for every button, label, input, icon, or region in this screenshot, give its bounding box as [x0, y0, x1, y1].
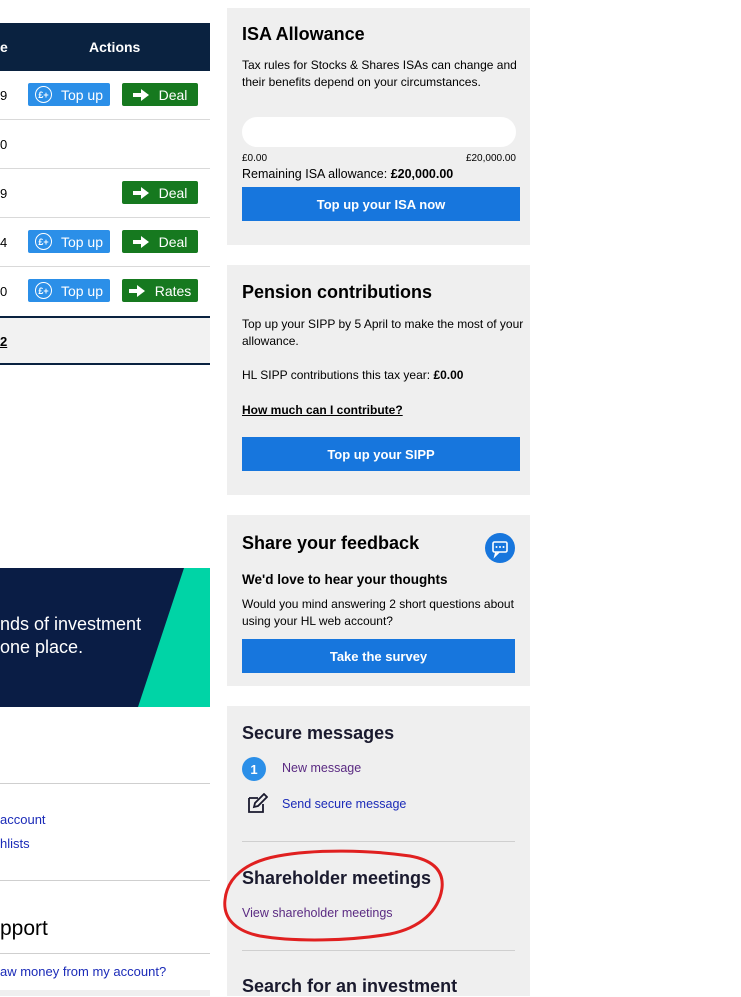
isa-progress-bar — [242, 117, 516, 147]
pound-plus-icon: £+ — [34, 86, 52, 103]
arrow-right-icon — [132, 186, 149, 199]
deal-button[interactable]: Deal — [122, 230, 198, 253]
pension-description: Top up your SIPP by 5 April to make the … — [242, 317, 524, 348]
arrow-right-icon — [128, 284, 145, 297]
column-header-partial: e — [0, 39, 8, 55]
column-header-actions: Actions — [89, 39, 141, 55]
isa-min-label: £0.00 — [242, 153, 268, 164]
arrow-right-icon — [132, 235, 149, 248]
chat-icon[interactable] — [485, 533, 515, 563]
pension-contributions: HL SIPP contributions this tax year: £0.… — [242, 368, 464, 382]
row-value: 0 — [0, 284, 8, 299]
account-link[interactable]: account — [0, 812, 46, 827]
table-row: 9 Deal — [0, 169, 210, 218]
feedback-title: Share your feedback — [242, 533, 420, 553]
divider — [0, 880, 210, 881]
how-much-contribute-link[interactable]: How much can I contribute? — [242, 402, 403, 419]
arrow-right-icon — [132, 88, 149, 101]
table-total-row: 2 — [0, 316, 210, 365]
divider — [242, 841, 515, 842]
feedback-card: Share your feedback We'd love to hear yo… — [227, 515, 530, 686]
isa-max-label: £20,000.00 — [465, 153, 516, 164]
table-row: 9 £+ Top up Deal — [0, 71, 210, 120]
compose-icon — [248, 793, 268, 813]
new-message-link[interactable]: New message — [282, 761, 361, 775]
isa-title: ISA Allowance — [242, 24, 365, 44]
total-value[interactable]: 2 — [0, 334, 7, 349]
send-secure-message-link[interactable]: Send secure message — [282, 797, 406, 811]
isa-description: Tax rules for Stocks & Shares ISAs can c… — [242, 58, 517, 89]
holdings-table-header: e Actions — [0, 23, 210, 71]
red-annotation-circle — [223, 849, 444, 942]
divider — [0, 953, 210, 954]
table-row: 0 — [0, 120, 210, 169]
top-up-sipp-button[interactable]: Top up your SIPP — [242, 437, 520, 471]
divider — [242, 950, 515, 951]
deal-button[interactable]: Deal — [122, 83, 198, 106]
search-investment-title: Search for an investment — [242, 976, 458, 996]
divider — [0, 783, 210, 784]
take-survey-button[interactable]: Take the survey — [242, 639, 515, 673]
top-up-button[interactable]: £+ Top up — [28, 279, 110, 302]
withdraw-money-link[interactable]: aw money from my account? — [0, 964, 166, 979]
top-up-isa-button[interactable]: Top up your ISA now — [242, 187, 520, 221]
message-count-badge: 1 — [242, 757, 266, 781]
isa-remaining: Remaining ISA allowance: £20,000.00 — [242, 167, 454, 181]
pound-plus-icon: £+ — [34, 233, 52, 250]
top-up-button[interactable]: £+ Top up — [28, 230, 110, 253]
row-value: 0 — [0, 137, 8, 152]
table-row: 4 £+ Top up Deal — [0, 218, 210, 267]
top-up-button[interactable]: £+ Top up — [28, 83, 110, 106]
feedback-description: Would you mind answering 2 short questio… — [242, 597, 514, 628]
rates-button[interactable]: Rates — [122, 279, 198, 302]
feedback-subtitle: We'd love to hear your thoughts — [242, 572, 448, 587]
deal-button[interactable]: Deal — [122, 181, 198, 204]
isa-allowance-card: ISA Allowance Tax rules for Stocks & Sha… — [227, 8, 530, 245]
promo-banner[interactable]: nds of investment one place. — [0, 568, 210, 707]
next-section-edge — [0, 990, 210, 996]
row-value: 4 — [0, 235, 8, 250]
row-value: 9 — [0, 186, 8, 201]
watchlists-link[interactable]: hlists — [0, 836, 30, 851]
pension-card: Pension contributions Top up your SIPP b… — [227, 265, 530, 495]
pension-title: Pension contributions — [242, 282, 433, 302]
table-row: 0 £+ Top up Rates — [0, 267, 210, 315]
banner-text: nds of investment one place. — [0, 614, 142, 657]
row-value: 9 — [0, 88, 8, 103]
pound-plus-icon: £+ — [34, 282, 52, 299]
secure-messages-title: Secure messages — [242, 723, 395, 743]
support-heading: pport — [0, 917, 48, 940]
